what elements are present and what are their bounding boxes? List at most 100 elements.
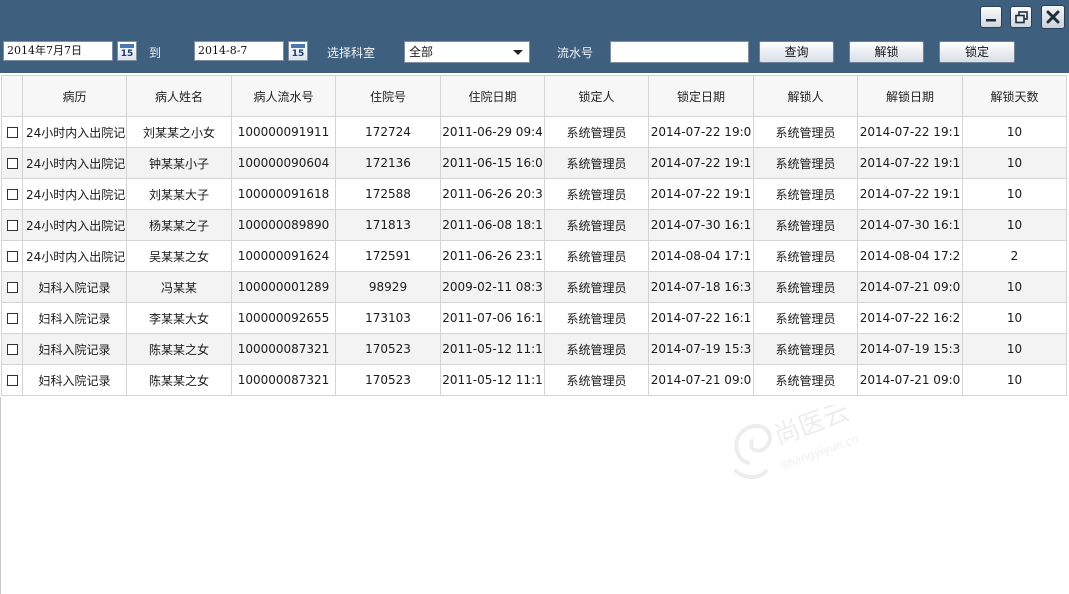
serial-number-cell: 100000001289 — [231, 271, 336, 303]
lock-date-cell: 2014-07-19 15:3 — [648, 333, 754, 365]
minimize-button[interactable] — [980, 6, 1002, 28]
end-date-input[interactable]: 2014-8-7 — [194, 41, 284, 61]
unlock-days-cell: 2 — [962, 240, 1067, 272]
unlocked-by-cell: 系统管理员 — [753, 178, 858, 210]
start-date-input[interactable]: 2014年7月7日 — [3, 41, 113, 61]
lock-date-cell: 2014-07-22 16:1 — [648, 302, 754, 334]
column-header[interactable]: 锁定人 — [544, 75, 649, 117]
row-checkbox[interactable] — [6, 158, 18, 169]
row-checkbox[interactable] — [6, 127, 18, 138]
unlock-date-cell: 2014-07-22 19:1 — [857, 147, 963, 179]
unlocked-by-cell: 系统管理员 — [753, 364, 858, 396]
unlock-days-cell: 10 — [962, 178, 1067, 210]
record-type-cell: 妇科入院记录 — [22, 271, 127, 303]
row-checkbox[interactable] — [6, 282, 18, 293]
row-checkbox-cell — [1, 271, 23, 303]
unlocked-by-cell: 系统管理员 — [753, 240, 858, 272]
locked-by-cell: 系统管理员 — [544, 364, 649, 396]
column-header[interactable]: 解锁天数 — [962, 75, 1067, 117]
admission-date-cell: 2011-06-08 18:1 — [440, 209, 545, 241]
column-header[interactable]: 解锁人 — [753, 75, 858, 117]
calendar-icon[interactable]: 15 — [117, 41, 137, 61]
serial-number-input[interactable] — [610, 41, 749, 63]
calendar-icon[interactable]: 15 — [288, 41, 308, 61]
table-row[interactable]: 妇科入院记录 李某某大女 100000092655 173103 2011-07-06 … — [1, 302, 1067, 334]
table-row[interactable]: 24小时内入出院记 吴某某之女 100000091624 172591 2011-06-… — [1, 240, 1067, 272]
restore-icon — [1014, 10, 1028, 23]
column-header[interactable]: 病人流水号 — [231, 75, 336, 117]
unlock-date-cell: 2014-07-19 15:3 — [857, 333, 963, 365]
inpatient-number-cell: 98929 — [335, 271, 441, 303]
department-value: 全部 — [409, 45, 434, 59]
locked-by-cell: 系统管理员 — [544, 178, 649, 210]
serial-number-cell: 100000090604 — [231, 147, 336, 179]
query-button[interactable]: 查询 — [759, 41, 834, 63]
row-checkbox[interactable] — [6, 375, 18, 386]
unlocked-by-cell: 系统管理员 — [753, 302, 858, 334]
admission-date-cell: 2011-06-29 09:4 — [440, 116, 545, 148]
admission-date-cell: 2011-06-26 23:1 — [440, 240, 545, 272]
lock-date-cell: 2014-07-18 16:3 — [648, 271, 754, 303]
row-checkbox[interactable] — [6, 251, 18, 262]
row-checkbox-cell — [1, 240, 23, 272]
column-header[interactable]: 病人姓名 — [126, 75, 232, 117]
calendar-day: 15 — [291, 49, 305, 59]
table-row[interactable]: 24小时内入出院记 刘某某之小女 100000091911 172724 2011-06… — [1, 116, 1067, 148]
close-button[interactable] — [1041, 5, 1065, 29]
unlock-date-cell: 2014-07-30 16:1 — [857, 209, 963, 241]
row-checkbox[interactable] — [6, 189, 18, 200]
inpatient-number-cell: 171813 — [335, 209, 441, 241]
patient-name-cell: 杨某某之子 — [126, 209, 232, 241]
department-label: 选择科室 — [327, 46, 376, 60]
table-header-row: 病历 病人姓名 病人流水号 住院号 住院日期 锁定人 锁定日期 解锁人 解锁日期… — [1, 75, 1067, 117]
inpatient-number-cell: 172588 — [335, 178, 441, 210]
grid-border — [0, 397, 1, 594]
column-header[interactable]: 解锁日期 — [857, 75, 963, 117]
restore-button[interactable] — [1010, 6, 1032, 28]
lock-button[interactable]: 锁定 — [939, 41, 1015, 63]
row-checkbox-cell — [1, 333, 23, 365]
locked-by-cell: 系统管理员 — [544, 240, 649, 272]
unlock-date-cell: 2014-07-21 09:0 — [857, 271, 963, 303]
lock-date-cell: 2014-07-21 09:0 — [648, 364, 754, 396]
column-header[interactable]: 住院日期 — [440, 75, 545, 117]
to-label: 到 — [149, 46, 162, 60]
column-header[interactable]: 住院号 — [335, 75, 441, 117]
locked-by-cell: 系统管理员 — [544, 209, 649, 241]
table-row[interactable]: 24小时内入出院记 钟某某小子 100000090604 172136 2011-06-… — [1, 147, 1067, 179]
row-checkbox[interactable] — [6, 344, 18, 355]
admission-date-cell: 2011-05-12 11:1 — [440, 333, 545, 365]
department-select[interactable]: 全部 — [404, 41, 530, 63]
patient-name-cell: 吴某某之女 — [126, 240, 232, 272]
unlock-days-cell: 10 — [962, 333, 1067, 365]
inpatient-number-cell: 172591 — [335, 240, 441, 272]
patient-name-cell: 陈某某之女 — [126, 333, 232, 365]
locked-by-cell: 系统管理员 — [544, 116, 649, 148]
record-type-cell: 24小时内入出院记 — [22, 116, 127, 148]
admission-date-cell: 2011-07-06 16:1 — [440, 302, 545, 334]
serial-number-cell: 100000092655 — [231, 302, 336, 334]
table-row[interactable]: 24小时内入出院记 刘某某大子 100000091618 172588 2011-06-… — [1, 178, 1067, 210]
inpatient-number-cell: 170523 — [335, 333, 441, 365]
table-row[interactable]: 妇科入院记录 冯某某 100000001289 98929 2009-02-11 08:… — [1, 271, 1067, 303]
lock-date-cell: 2014-07-22 19:0 — [648, 116, 754, 148]
serial-number-cell: 100000091911 — [231, 116, 336, 148]
lock-date-cell: 2014-07-30 16:1 — [648, 209, 754, 241]
column-header[interactable]: 病历 — [22, 75, 127, 117]
serial-number-cell: 100000087321 — [231, 364, 336, 396]
unlock-button[interactable]: 解锁 — [849, 41, 924, 63]
serial-number-cell: 100000087321 — [231, 333, 336, 365]
unlocked-by-cell: 系统管理员 — [753, 271, 858, 303]
unlock-date-cell: 2014-07-21 09:0 — [857, 364, 963, 396]
row-checkbox-cell — [1, 364, 23, 396]
table-row[interactable]: 24小时内入出院记 杨某某之子 100000089890 171813 2011-06-… — [1, 209, 1067, 241]
row-checkbox[interactable] — [6, 313, 18, 324]
unlocked-by-cell: 系统管理员 — [753, 147, 858, 179]
admission-date-cell: 2011-06-26 20:3 — [440, 178, 545, 210]
table-row[interactable]: 妇科入院记录 陈某某之女 100000087321 170523 2011-05-12 … — [1, 333, 1067, 365]
table-row[interactable]: 妇科入院记录 陈某某之女 100000087321 170523 2011-05-12 … — [1, 364, 1067, 396]
lock-date-cell: 2014-08-04 17:1 — [648, 240, 754, 272]
locked-by-cell: 系统管理员 — [544, 302, 649, 334]
row-checkbox[interactable] — [6, 220, 18, 231]
column-header[interactable]: 锁定日期 — [648, 75, 754, 117]
